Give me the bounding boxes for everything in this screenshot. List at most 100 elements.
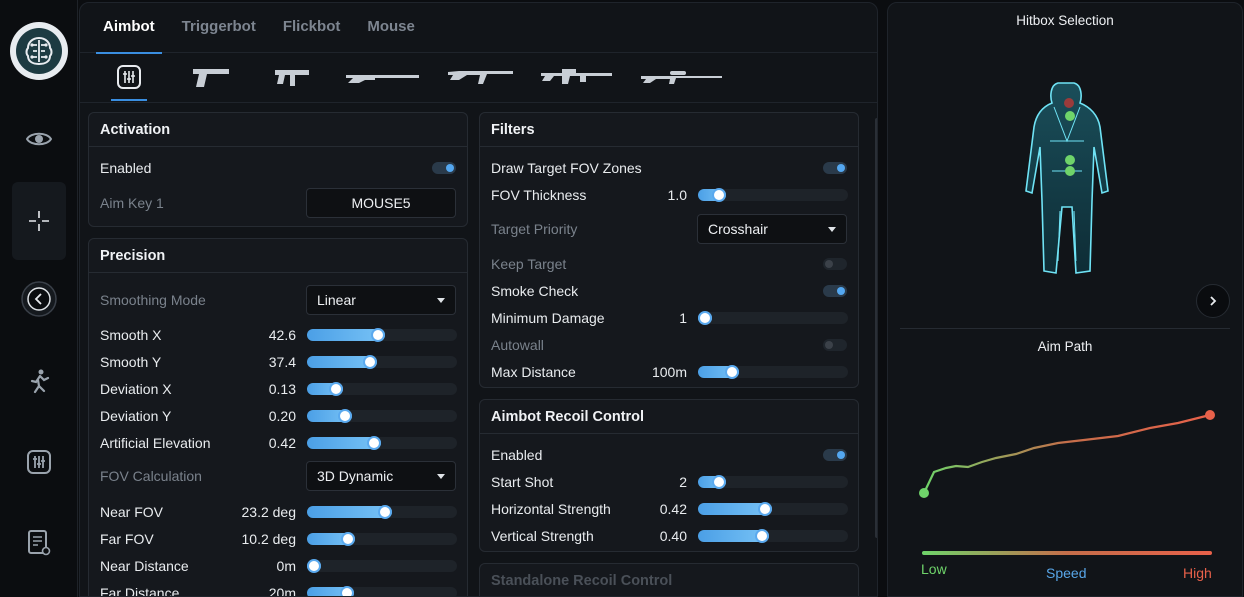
scrollbar[interactable]: [875, 118, 877, 538]
row-label: Keep Target: [491, 256, 567, 272]
logo: [10, 22, 68, 80]
row-value: 42.6: [268, 327, 296, 343]
tab-mouse[interactable]: Mouse: [367, 3, 415, 53]
smoke-check-toggle[interactable]: [823, 285, 847, 297]
row-label: Autowall: [491, 337, 544, 353]
smoothing-mode-select[interactable]: Linear: [306, 285, 456, 315]
value-slider[interactable]: [307, 559, 457, 573]
low-label: Low: [921, 561, 947, 577]
value-slider[interactable]: [307, 382, 457, 396]
aim-key-button[interactable]: MOUSE5: [306, 188, 456, 218]
select-value: Linear: [317, 292, 356, 308]
crosshair-icon[interactable]: [12, 182, 66, 260]
caret-down-icon: [437, 298, 445, 303]
smoke-check-row: Smoke Check: [491, 280, 847, 302]
tab-triggerbot[interactable]: Triggerbot: [182, 3, 256, 53]
card-title: Aimbot Recoil Control: [480, 400, 858, 434]
rifle-icon[interactable]: [447, 63, 515, 91]
value-slider[interactable]: [307, 436, 457, 450]
target-priority-select[interactable]: Crosshair: [697, 214, 847, 244]
row-label: Smoothing Mode: [100, 292, 206, 308]
row-value: 0.20: [268, 408, 296, 424]
back-circle-icon[interactable]: [12, 272, 66, 326]
tab-bar: Aimbot Triggerbot Flickbot Mouse: [80, 3, 877, 54]
row-label: Horizontal Strength: [491, 501, 611, 517]
keep-target-row: Keep Target: [491, 253, 847, 275]
fov-calc-select[interactable]: 3D Dynamic: [306, 461, 456, 491]
settings-icon[interactable]: [111, 63, 147, 101]
row-label: Vertical Strength: [491, 528, 594, 544]
row-value: 10.2 deg: [241, 531, 297, 547]
slider-row: Smooth Y 37.4: [100, 351, 457, 373]
brain-circuit-icon: [16, 28, 62, 74]
row-label: Far FOV: [100, 531, 154, 547]
autowall-toggle[interactable]: [823, 339, 847, 351]
fov-thickness-slider[interactable]: [698, 188, 848, 202]
row-label: Artificial Elevation: [100, 435, 211, 451]
row-value: 0.42: [659, 501, 687, 517]
row-value: 0.13: [268, 381, 296, 397]
max-distance-row: Max Distance 100m: [491, 361, 848, 383]
row-label: Start Shot: [491, 474, 554, 490]
slider-row: Near Distance 0m: [100, 555, 457, 577]
row-label: Deviation X: [100, 381, 172, 397]
row-value: 2: [679, 474, 687, 490]
pistol-icon[interactable]: [190, 63, 232, 91]
lmg-icon[interactable]: [540, 63, 614, 91]
slider-row: Deviation X 0.13: [100, 378, 457, 400]
value-slider[interactable]: [307, 355, 457, 369]
next-button[interactable]: [1196, 284, 1230, 318]
value-slider[interactable]: [307, 505, 457, 519]
fov-thickness-row: FOV Thickness 1.0: [491, 184, 848, 206]
row-value: 0.40: [659, 528, 687, 544]
value-slider[interactable]: [307, 328, 457, 342]
row-value: 20m: [268, 585, 296, 597]
recoil-enabled-toggle[interactable]: [823, 449, 847, 461]
keep-target-toggle[interactable]: [823, 258, 847, 270]
config-icon[interactable]: [12, 516, 66, 570]
row-value: 37.4: [268, 354, 296, 370]
filters-card: Filters Draw Target FOV Zones FOV Thickn…: [479, 112, 859, 388]
tab-flickbot[interactable]: Flickbot: [283, 3, 341, 53]
value-slider[interactable]: [307, 409, 457, 423]
row-label: Smoke Check: [491, 283, 579, 299]
player-icon[interactable]: [12, 354, 66, 408]
value-slider[interactable]: [698, 502, 848, 516]
sniper-icon[interactable]: [640, 63, 724, 91]
slider-row: Near FOV 23.2 deg: [100, 501, 457, 523]
hitbox-title: Hitbox Selection: [1016, 13, 1114, 28]
value-slider[interactable]: [698, 529, 848, 543]
row-label: Near Distance: [100, 558, 189, 574]
select-value: Crosshair: [708, 221, 768, 237]
card-title: Filters: [480, 113, 858, 147]
high-label: High: [1183, 565, 1212, 581]
min-damage-slider[interactable]: [698, 311, 848, 325]
value-slider[interactable]: [307, 586, 457, 596]
slider-row: Far FOV 10.2 deg: [100, 528, 457, 550]
smg-icon[interactable]: [273, 63, 311, 91]
row-label: Enabled: [100, 160, 152, 176]
value-slider[interactable]: [698, 475, 848, 489]
player-model-image: [1014, 81, 1120, 281]
speed-gradient-bar: [922, 551, 1212, 555]
draw-fov-toggle[interactable]: [823, 162, 847, 174]
enabled-toggle[interactable]: [432, 162, 456, 174]
tab-aimbot[interactable]: Aimbot: [96, 3, 162, 54]
value-slider[interactable]: [307, 532, 457, 546]
row-value: 23.2 deg: [241, 504, 297, 520]
aim-path-curve[interactable]: [888, 398, 1243, 508]
row-label: Deviation Y: [100, 408, 172, 424]
card-title: Precision: [89, 239, 467, 273]
eye-icon[interactable]: [12, 112, 66, 166]
row-label: Draw Target FOV Zones: [491, 160, 642, 176]
divider: [900, 328, 1230, 329]
row-label: FOV Calculation: [100, 468, 202, 484]
recoil-card: Aimbot Recoil Control Enabled Start Shot…: [479, 399, 859, 552]
row-label: Aim Key 1: [100, 195, 164, 211]
sliders-icon[interactable]: [12, 435, 66, 489]
row-label: Enabled: [491, 447, 543, 463]
shotgun-icon[interactable]: [345, 63, 421, 91]
row-value: 100m: [651, 364, 687, 380]
autowall-row: Autowall: [491, 334, 847, 356]
max-distance-slider[interactable]: [698, 365, 848, 379]
